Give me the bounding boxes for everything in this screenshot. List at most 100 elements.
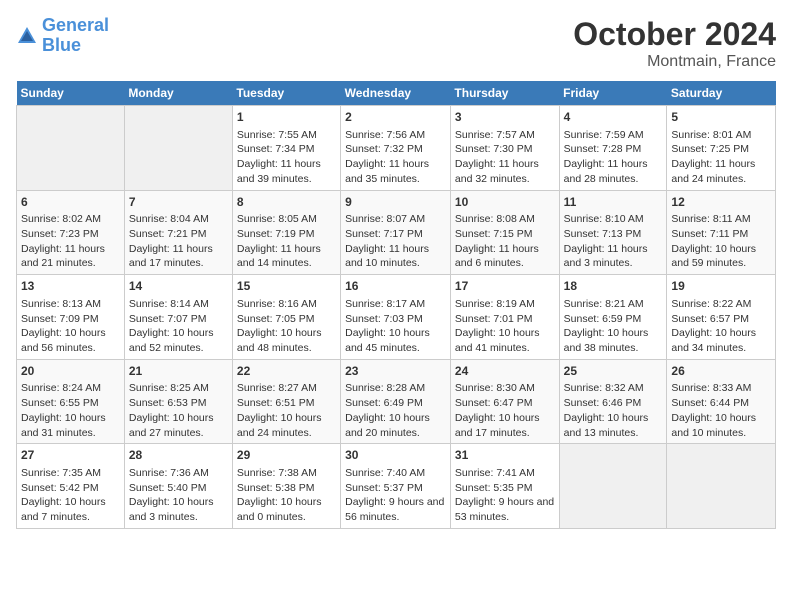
sunset: Sunset: 7:34 PM (237, 142, 336, 157)
week-row-5: 27 Sunrise: 7:35 AM Sunset: 5:42 PM Dayl… (17, 444, 776, 529)
daylight: Daylight: 10 hours and 59 minutes. (671, 242, 771, 271)
sunrise: Sunrise: 8:07 AM (345, 212, 446, 227)
day-cell: 7 Sunrise: 8:04 AM Sunset: 7:21 PM Dayli… (124, 190, 232, 275)
daylight: Daylight: 10 hours and 13 minutes. (564, 411, 663, 440)
col-friday: Friday (559, 81, 667, 106)
day-cell: 15 Sunrise: 8:16 AM Sunset: 7:05 PM Dayl… (232, 275, 340, 360)
sunrise: Sunrise: 8:05 AM (237, 212, 336, 227)
sunset: Sunset: 7:05 PM (237, 312, 336, 327)
day-number: 8 (237, 194, 336, 211)
day-cell (559, 444, 667, 529)
sunset: Sunset: 5:35 PM (455, 481, 555, 496)
daylight: Daylight: 9 hours and 53 minutes. (455, 495, 555, 524)
daylight: Daylight: 11 hours and 17 minutes. (129, 242, 228, 271)
day-number: 26 (671, 363, 771, 380)
sunset: Sunset: 6:49 PM (345, 396, 446, 411)
daylight: Daylight: 11 hours and 3 minutes. (564, 242, 663, 271)
sunset: Sunset: 7:30 PM (455, 142, 555, 157)
sunrise: Sunrise: 7:55 AM (237, 128, 336, 143)
day-cell: 23 Sunrise: 8:28 AM Sunset: 6:49 PM Dayl… (341, 359, 451, 444)
sunset: Sunset: 7:17 PM (345, 227, 446, 242)
sunrise: Sunrise: 8:21 AM (564, 297, 663, 312)
daylight: Daylight: 10 hours and 34 minutes. (671, 326, 771, 355)
day-cell: 6 Sunrise: 8:02 AM Sunset: 7:23 PM Dayli… (17, 190, 125, 275)
title-block: October 2024 Montmain, France (573, 16, 776, 71)
sunset: Sunset: 7:07 PM (129, 312, 228, 327)
sunrise: Sunrise: 8:04 AM (129, 212, 228, 227)
day-number: 23 (345, 363, 446, 380)
sunset: Sunset: 6:55 PM (21, 396, 120, 411)
sunset: Sunset: 7:09 PM (21, 312, 120, 327)
day-number: 29 (237, 447, 336, 464)
sunset: Sunset: 7:19 PM (237, 227, 336, 242)
daylight: Daylight: 10 hours and 52 minutes. (129, 326, 228, 355)
sunrise: Sunrise: 7:59 AM (564, 128, 663, 143)
month-title: October 2024 (573, 16, 776, 53)
week-row-1: 1 Sunrise: 7:55 AM Sunset: 7:34 PM Dayli… (17, 106, 776, 191)
daylight: Daylight: 10 hours and 24 minutes. (237, 411, 336, 440)
day-number: 3 (455, 109, 555, 126)
day-number: 25 (564, 363, 663, 380)
sunrise: Sunrise: 8:22 AM (671, 297, 771, 312)
day-cell: 24 Sunrise: 8:30 AM Sunset: 6:47 PM Dayl… (450, 359, 559, 444)
daylight: Daylight: 11 hours and 24 minutes. (671, 157, 771, 186)
sunrise: Sunrise: 7:57 AM (455, 128, 555, 143)
col-monday: Monday (124, 81, 232, 106)
sunset: Sunset: 6:53 PM (129, 396, 228, 411)
sunset: Sunset: 7:21 PM (129, 227, 228, 242)
day-cell (17, 106, 125, 191)
day-number: 20 (21, 363, 120, 380)
sunrise: Sunrise: 8:11 AM (671, 212, 771, 227)
day-number: 27 (21, 447, 120, 464)
day-cell: 1 Sunrise: 7:55 AM Sunset: 7:34 PM Dayli… (232, 106, 340, 191)
day-cell: 2 Sunrise: 7:56 AM Sunset: 7:32 PM Dayli… (341, 106, 451, 191)
day-cell: 20 Sunrise: 8:24 AM Sunset: 6:55 PM Dayl… (17, 359, 125, 444)
day-cell (124, 106, 232, 191)
daylight: Daylight: 11 hours and 28 minutes. (564, 157, 663, 186)
day-number: 18 (564, 278, 663, 295)
day-number: 1 (237, 109, 336, 126)
daylight: Daylight: 10 hours and 10 minutes. (671, 411, 771, 440)
day-cell: 14 Sunrise: 8:14 AM Sunset: 7:07 PM Dayl… (124, 275, 232, 360)
sunrise: Sunrise: 8:13 AM (21, 297, 120, 312)
day-cell: 3 Sunrise: 7:57 AM Sunset: 7:30 PM Dayli… (450, 106, 559, 191)
sunrise: Sunrise: 8:17 AM (345, 297, 446, 312)
day-number: 30 (345, 447, 446, 464)
daylight: Daylight: 11 hours and 10 minutes. (345, 242, 446, 271)
sunrise: Sunrise: 8:33 AM (671, 381, 771, 396)
day-cell: 21 Sunrise: 8:25 AM Sunset: 6:53 PM Dayl… (124, 359, 232, 444)
daylight: Daylight: 10 hours and 41 minutes. (455, 326, 555, 355)
day-number: 17 (455, 278, 555, 295)
sunset: Sunset: 7:28 PM (564, 142, 663, 157)
sunrise: Sunrise: 8:08 AM (455, 212, 555, 227)
sunset: Sunset: 7:15 PM (455, 227, 555, 242)
sunset: Sunset: 5:38 PM (237, 481, 336, 496)
daylight: Daylight: 11 hours and 32 minutes. (455, 157, 555, 186)
sunset: Sunset: 7:13 PM (564, 227, 663, 242)
calendar-table: Sunday Monday Tuesday Wednesday Thursday… (16, 81, 776, 529)
sunrise: Sunrise: 8:02 AM (21, 212, 120, 227)
sunrise: Sunrise: 7:41 AM (455, 466, 555, 481)
week-row-3: 13 Sunrise: 8:13 AM Sunset: 7:09 PM Dayl… (17, 275, 776, 360)
daylight: Daylight: 10 hours and 45 minutes. (345, 326, 446, 355)
sunset: Sunset: 5:42 PM (21, 481, 120, 496)
daylight: Daylight: 11 hours and 21 minutes. (21, 242, 120, 271)
col-thursday: Thursday (450, 81, 559, 106)
day-cell: 28 Sunrise: 7:36 AM Sunset: 5:40 PM Dayl… (124, 444, 232, 529)
logo-icon (16, 25, 38, 47)
sunrise: Sunrise: 8:24 AM (21, 381, 120, 396)
day-cell: 25 Sunrise: 8:32 AM Sunset: 6:46 PM Dayl… (559, 359, 667, 444)
sunrise: Sunrise: 8:27 AM (237, 381, 336, 396)
day-cell: 27 Sunrise: 7:35 AM Sunset: 5:42 PM Dayl… (17, 444, 125, 529)
day-number: 11 (564, 194, 663, 211)
day-number: 5 (671, 109, 771, 126)
day-cell: 4 Sunrise: 7:59 AM Sunset: 7:28 PM Dayli… (559, 106, 667, 191)
day-cell: 30 Sunrise: 7:40 AM Sunset: 5:37 PM Dayl… (341, 444, 451, 529)
day-cell: 26 Sunrise: 8:33 AM Sunset: 6:44 PM Dayl… (667, 359, 776, 444)
col-tuesday: Tuesday (232, 81, 340, 106)
sunset: Sunset: 6:51 PM (237, 396, 336, 411)
sunset: Sunset: 6:46 PM (564, 396, 663, 411)
sunrise: Sunrise: 8:14 AM (129, 297, 228, 312)
day-number: 2 (345, 109, 446, 126)
daylight: Daylight: 10 hours and 7 minutes. (21, 495, 120, 524)
